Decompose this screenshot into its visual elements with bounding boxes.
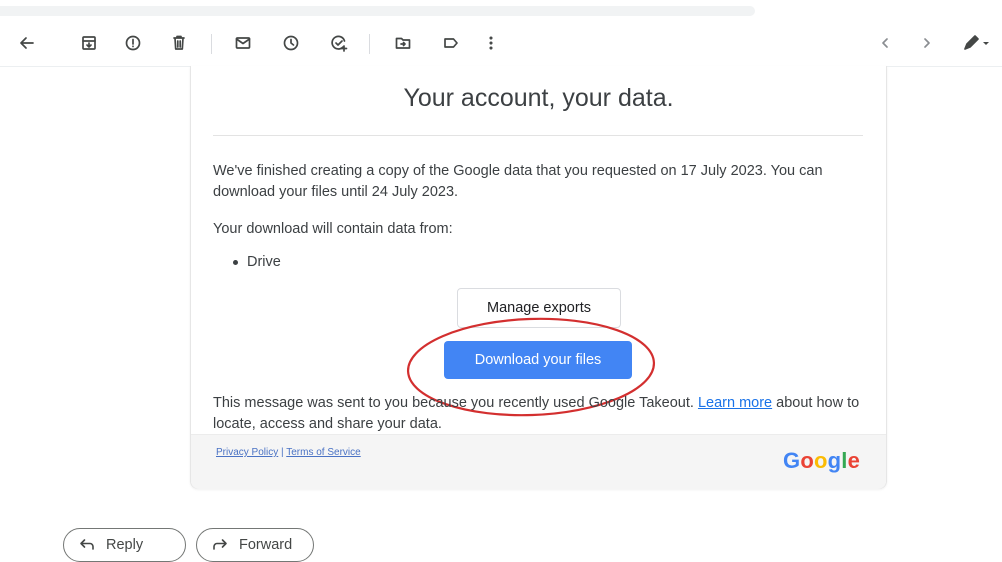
reply-icon — [80, 539, 94, 550]
forward-icon — [213, 539, 227, 550]
add-task-icon[interactable] — [326, 30, 352, 56]
list-item: Drive — [233, 254, 281, 270]
label-icon[interactable] — [438, 30, 464, 56]
more-vert-icon[interactable] — [478, 30, 504, 56]
bullet-dot — [233, 259, 238, 265]
move-to-icon[interactable] — [390, 30, 416, 56]
toolbar-divider — [211, 34, 212, 54]
top-strip — [0, 0, 1002, 20]
email-card: Your account, your data. We've finished … — [190, 66, 887, 489]
logo-letter: e — [847, 448, 860, 473]
toolbar-divider — [369, 34, 370, 54]
reply-label: Reply — [106, 537, 144, 553]
logo-letter: g — [827, 448, 842, 473]
list-item-label: Drive — [247, 254, 281, 270]
back-arrow-icon[interactable] — [14, 30, 40, 56]
creation-notice: We've finished creating a copy of the Go… — [213, 163, 823, 200]
privacy-policy-link[interactable]: Privacy Policy — [216, 447, 278, 458]
google-logo: Google — [783, 448, 860, 474]
email-footer: Privacy Policy | Terms of Service Google — [191, 434, 886, 489]
logo-letter: o — [800, 448, 814, 473]
footer-links: Privacy Policy | Terms of Service — [216, 447, 361, 458]
next-icon[interactable] — [914, 30, 940, 56]
forward-button[interactable]: Forward — [196, 528, 314, 562]
reply-button[interactable]: Reply — [63, 528, 186, 562]
terms-of-service-link[interactable]: Terms of Service — [286, 447, 360, 458]
report-spam-icon[interactable] — [120, 30, 146, 56]
snooze-icon[interactable] — [278, 30, 304, 56]
forward-label: Forward — [239, 537, 293, 553]
email-title: Your account, your data. — [403, 84, 674, 112]
delete-icon[interactable] — [166, 30, 192, 56]
logo-letter: G — [783, 448, 801, 473]
download-contents-intro: Your download will contain data from: — [213, 221, 453, 237]
prev-icon[interactable] — [872, 30, 898, 56]
manage-exports-button[interactable]: Manage exports — [457, 288, 621, 328]
archive-icon[interactable] — [76, 30, 102, 56]
download-files-button[interactable]: Download your files — [444, 341, 632, 379]
learn-more-link[interactable]: Learn more — [698, 395, 772, 411]
divider — [213, 135, 863, 136]
notice-text: This message was sent to you because you… — [213, 395, 698, 411]
mail-toolbar — [0, 20, 1002, 67]
logo-letter: o — [813, 448, 828, 473]
pen-icon[interactable] — [958, 30, 994, 56]
search-bar-edge — [0, 6, 755, 16]
takeout-notice: This message was sent to you because you… — [213, 393, 863, 435]
mark-unread-icon[interactable] — [230, 30, 256, 56]
